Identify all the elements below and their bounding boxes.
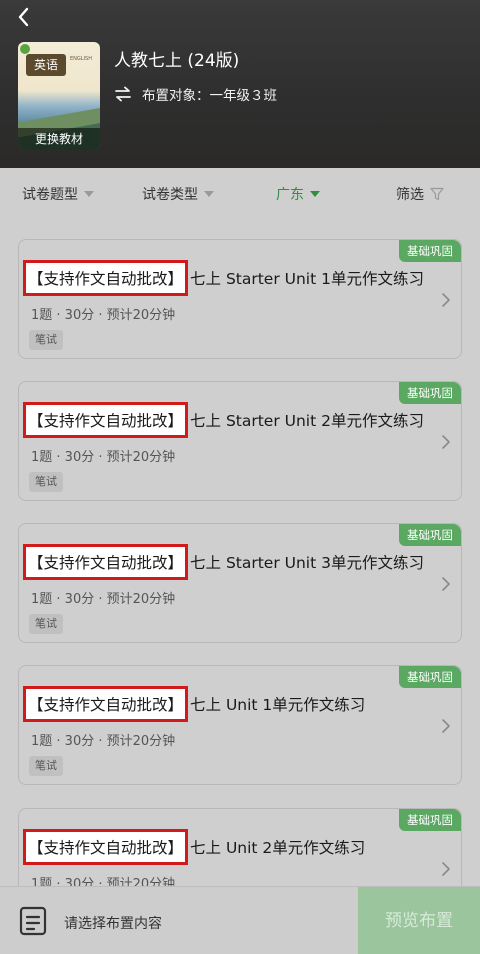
exercise-card[interactable]: 基础巩固 【支持作文自动批改】 七上 Unit 1单元作文练习 1题 · 30分… [18, 665, 462, 785]
caret-down-icon [84, 191, 94, 197]
chevron-right-icon [442, 435, 450, 449]
card-title-text: 七上 Unit 1单元作文练习 [190, 696, 366, 714]
auto-grade-highlight: 【支持作文自动批改】 [23, 402, 189, 438]
level-tag: 基础巩固 [399, 666, 461, 688]
auto-grade-highlight: 【支持作文自动批改】 [23, 544, 189, 580]
textbook-cover[interactable]: 英语 ENGLISH 更换教材 [18, 42, 100, 150]
change-textbook-button[interactable]: 更换教材 [18, 128, 100, 150]
caret-down-icon [204, 191, 214, 197]
filter-label: 试卷题型 [22, 187, 78, 203]
chevron-right-icon [442, 577, 450, 591]
card-title: 【支持作文自动批改】 七上 Starter Unit 2单元作文练习 [23, 400, 424, 440]
filter-region[interactable]: 广东 [276, 184, 320, 204]
cover-title: 英语 [26, 54, 66, 76]
card-title-text: 七上 Unit 2单元作文练习 [190, 839, 366, 857]
filter-question-type[interactable]: 试卷题型 [22, 184, 94, 204]
card-meta: 1题 · 30分 · 预计20分钟 [31, 308, 176, 323]
assign-target[interactable]: 布置对象：一年级３班 [114, 84, 277, 104]
filter-paper-type[interactable]: 试卷类型 [142, 184, 214, 204]
card-meta: 1题 · 30分 · 预计20分钟 [31, 592, 176, 607]
card-title-text: 七上 Starter Unit 2单元作文练习 [190, 412, 424, 430]
chevron-right-icon [442, 862, 450, 876]
exam-type-pill: 笔试 [29, 472, 63, 492]
selection-prompt: 请选择布置内容 [64, 916, 162, 932]
exercise-card[interactable]: 基础巩固 【支持作文自动批改】 七上 Starter Unit 1单元作文练习 … [18, 239, 462, 359]
card-title-text: 七上 Starter Unit 1单元作文练习 [190, 270, 424, 288]
exam-type-pill: 笔试 [29, 756, 63, 776]
funnel-icon [430, 187, 444, 201]
card-title: 【支持作文自动批改】 七上 Unit 2单元作文练习 [23, 827, 365, 867]
card-title: 【支持作文自动批改】 七上 Starter Unit 3单元作文练习 [23, 542, 424, 582]
card-title: 【支持作文自动批改】 七上 Unit 1单元作文练习 [23, 684, 365, 724]
exercise-card[interactable]: 基础巩固 【支持作文自动批改】 七上 Starter Unit 3单元作文练习 … [18, 523, 462, 643]
card-title: 【支持作文自动批改】 七上 Starter Unit 1单元作文练习 [23, 258, 424, 298]
back-arrow-icon[interactable] [12, 4, 36, 30]
assignment-list-icon[interactable] [18, 905, 48, 937]
publisher-logo [20, 44, 30, 54]
filter-screen[interactable]: 筛选 [396, 184, 444, 204]
textbook-title: 人教七上 (24版) [114, 51, 240, 71]
auto-grade-highlight: 【支持作文自动批改】 [23, 686, 189, 722]
exercise-card[interactable]: 基础巩固 【支持作文自动批改】 七上 Starter Unit 2单元作文练习 … [18, 381, 462, 501]
card-meta: 1题 · 30分 · 预计20分钟 [31, 450, 176, 465]
preview-assign-button[interactable]: 预览布置 [358, 887, 480, 954]
caret-down-icon [310, 191, 320, 197]
chevron-right-icon [442, 719, 450, 733]
filter-bar: 试卷题型 试卷类型 广东 筛选 [0, 168, 480, 218]
card-meta: 1题 · 30分 · 预计20分钟 [31, 734, 176, 749]
bottom-bar: 请选择布置内容 预览布置 [0, 886, 480, 954]
exam-type-pill: 笔试 [29, 614, 63, 634]
filter-label: 试卷类型 [142, 187, 198, 203]
swap-icon [115, 86, 131, 102]
auto-grade-highlight: 【支持作文自动批改】 [23, 829, 189, 865]
filter-label: 筛选 [396, 187, 424, 203]
filter-label: 广东 [276, 187, 304, 203]
header: 英语 ENGLISH 更换教材 人教七上 (24版) 布置对象：一年级３班 [0, 0, 480, 168]
chevron-right-icon [442, 293, 450, 307]
cover-subtitle: ENGLISH [70, 56, 92, 62]
auto-grade-highlight: 【支持作文自动批改】 [23, 260, 189, 296]
exam-type-pill: 笔试 [29, 330, 63, 350]
level-tag: 基础巩固 [399, 809, 461, 831]
card-title-text: 七上 Starter Unit 3单元作文练习 [190, 554, 424, 572]
assign-target-label: 布置对象：一年级３班 [142, 88, 277, 104]
